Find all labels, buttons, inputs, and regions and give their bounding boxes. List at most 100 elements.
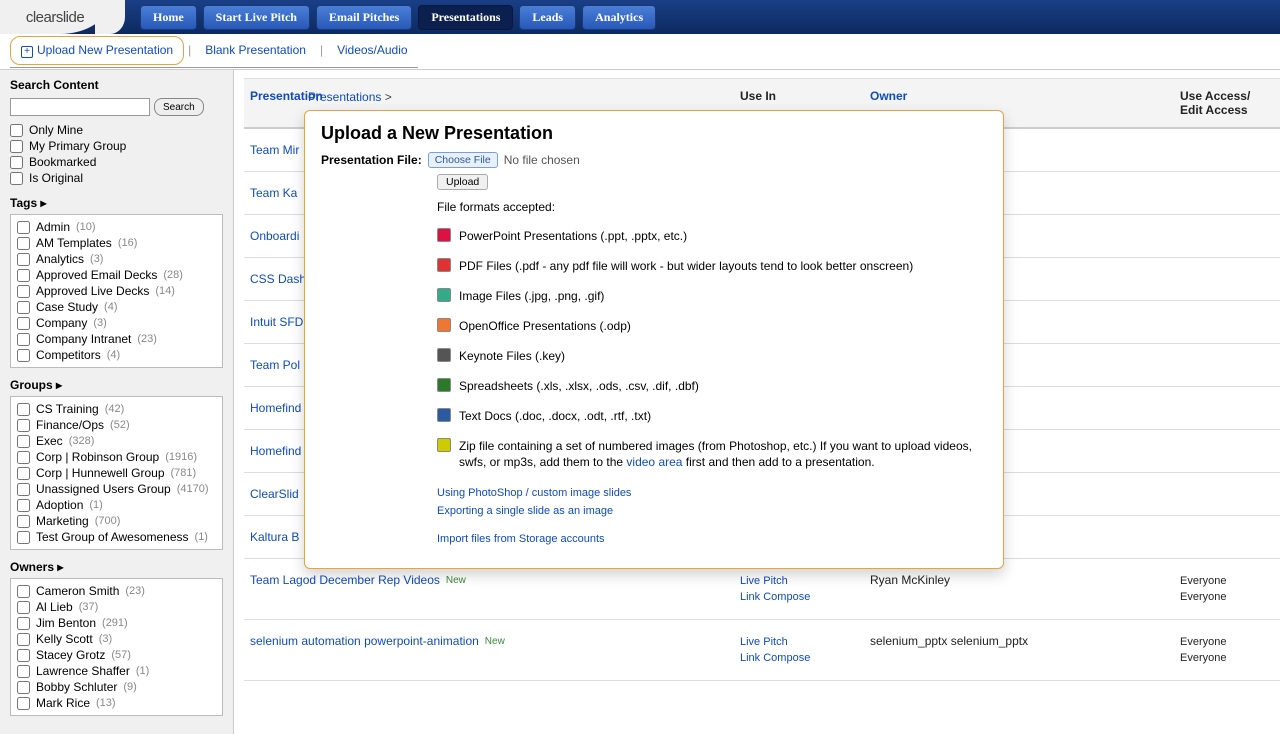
checkbox[interactable] xyxy=(17,633,30,646)
checkbox[interactable] xyxy=(17,601,30,614)
checkbox[interactable] xyxy=(10,124,23,137)
formats-accepted-label: File formats accepted: xyxy=(437,200,987,214)
format-item: Keynote Files (.key) xyxy=(437,348,987,364)
checkbox[interactable] xyxy=(17,221,30,234)
fi-ppt-icon xyxy=(437,228,451,242)
checkbox[interactable] xyxy=(17,467,30,480)
checkbox[interactable] xyxy=(17,333,30,346)
groups-item[interactable]: Corp | Robinson Group (1916) xyxy=(17,449,216,465)
nav-email-pitches[interactable]: Email Pitches xyxy=(316,5,412,30)
help-link[interactable]: Import files from Storage accounts xyxy=(437,530,987,548)
owners-item[interactable]: Jim Benton (291) xyxy=(17,615,216,631)
groups-item[interactable]: Exec (328) xyxy=(17,433,216,449)
presentation-link[interactable]: Team Lagod December Rep VideosNew xyxy=(250,573,740,587)
nav-leads[interactable]: Leads xyxy=(519,5,576,30)
fi-doc-icon xyxy=(437,408,451,422)
logo[interactable]: clearslide xyxy=(0,0,110,34)
tags-item[interactable]: Competitors (4) xyxy=(17,347,216,363)
groups-item[interactable]: Adoption (1) xyxy=(17,497,216,513)
checkbox[interactable] xyxy=(17,515,30,528)
checkbox[interactable] xyxy=(10,172,23,185)
checkbox[interactable] xyxy=(17,483,30,496)
checkbox[interactable] xyxy=(17,697,30,710)
checkbox[interactable] xyxy=(17,317,30,330)
tags-item[interactable]: Approved Email Decks (28) xyxy=(17,267,216,283)
blank-presentation-link[interactable]: Blank Presentation xyxy=(195,37,316,63)
checkbox[interactable] xyxy=(17,665,30,678)
access-text: Everyone Everyone xyxy=(1180,573,1274,605)
help-link[interactable]: Exporting a single slide as an image xyxy=(437,502,987,520)
top-header: clearslide HomeStart Live PitchEmail Pit… xyxy=(0,0,1280,34)
videos-audio-link[interactable]: Videos/Audio xyxy=(327,37,418,63)
filters-item[interactable]: My Primary Group xyxy=(10,138,223,154)
checkbox[interactable] xyxy=(17,403,30,416)
filters-item[interactable]: Is Original xyxy=(10,170,223,186)
checkbox[interactable] xyxy=(10,156,23,169)
owners-item[interactable]: Cameron Smith (23) xyxy=(17,583,216,599)
groups-item[interactable]: Test Group of Awesomeness (1) xyxy=(17,529,216,545)
nav-home[interactable]: Home xyxy=(140,5,197,30)
help-link[interactable]: Using PhotoShop / custom image slides xyxy=(437,484,987,502)
tags-item[interactable]: Approved Live Decks (14) xyxy=(17,283,216,299)
groups-section-title[interactable]: Groups ▸ xyxy=(10,378,223,392)
nav-analytics[interactable]: Analytics xyxy=(582,5,656,30)
checkbox[interactable] xyxy=(17,285,30,298)
nav-start-live-pitch[interactable]: Start Live Pitch xyxy=(203,5,310,30)
checkbox[interactable] xyxy=(17,585,30,598)
owners-item[interactable]: Lawrence Shaffer (1) xyxy=(17,663,216,679)
access-text: Everyone Everyone xyxy=(1180,634,1274,666)
checkbox[interactable] xyxy=(17,499,30,512)
tags-item[interactable]: Company Intranet (23) xyxy=(17,331,216,347)
upload-new-presentation-link[interactable]: +Upload New Presentation xyxy=(10,36,184,65)
search-input[interactable] xyxy=(10,98,150,116)
groups-item[interactable]: Marketing (700) xyxy=(17,513,216,529)
breadcrumb-presentations[interactable]: Presentations xyxy=(308,90,381,104)
upload-modal-overlay: Presentations > Upload a New Presentatio… xyxy=(304,90,1004,569)
nav-presentations[interactable]: Presentations xyxy=(418,5,513,30)
checkbox[interactable] xyxy=(17,681,30,694)
tags-item[interactable]: Case Study (4) xyxy=(17,299,216,315)
owners-item[interactable]: Kelly Scott (3) xyxy=(17,631,216,647)
checkbox[interactable] xyxy=(17,435,30,448)
checkbox[interactable] xyxy=(17,237,30,250)
owners-item[interactable]: Bobby Schluter (9) xyxy=(17,679,216,695)
filters-item[interactable]: Bookmarked xyxy=(10,154,223,170)
filters-item[interactable]: Only Mine xyxy=(10,122,223,138)
checkbox[interactable] xyxy=(10,140,23,153)
tags-item[interactable]: Admin (10) xyxy=(17,219,216,235)
checkbox[interactable] xyxy=(17,617,30,630)
upload-button[interactable]: Upload xyxy=(437,174,488,190)
checkbox[interactable] xyxy=(17,301,30,314)
search-button[interactable]: Search xyxy=(154,98,204,116)
use-in-links[interactable]: Live Pitch Link Compose xyxy=(740,634,870,666)
fi-xls-icon xyxy=(437,378,451,392)
checkbox[interactable] xyxy=(17,253,30,266)
use-in-links[interactable]: Live Pitch Link Compose xyxy=(740,573,870,605)
checkbox[interactable] xyxy=(17,349,30,362)
groups-item[interactable]: CS Training (42) xyxy=(17,401,216,417)
owners-section-title[interactable]: Owners ▸ xyxy=(10,560,223,574)
owners-item[interactable]: Mark Rice (13) xyxy=(17,695,216,711)
video-area-link[interactable]: video area xyxy=(626,455,682,469)
checkbox[interactable] xyxy=(17,531,30,544)
tags-item[interactable]: Analytics (3) xyxy=(17,251,216,267)
checkbox[interactable] xyxy=(17,269,30,282)
col-access: Use Access/ Edit Access xyxy=(1180,89,1274,117)
fi-img-icon xyxy=(437,288,451,302)
checkbox[interactable] xyxy=(17,419,30,432)
groups-item[interactable]: Corp | Hunnewell Group (781) xyxy=(17,465,216,481)
groups-item[interactable]: Finance/Ops (52) xyxy=(17,417,216,433)
owners-item[interactable]: Stacey Grotz (57) xyxy=(17,647,216,663)
tags-section-title[interactable]: Tags ▸ xyxy=(10,196,223,210)
new-badge: New xyxy=(485,636,505,647)
upload-modal: Upload a New Presentation Presentation F… xyxy=(304,110,1004,569)
checkbox[interactable] xyxy=(17,649,30,662)
owners-item[interactable]: Al Lieb (37) xyxy=(17,599,216,615)
groups-item[interactable]: Unassigned Users Group (4170) xyxy=(17,481,216,497)
checkbox[interactable] xyxy=(17,451,30,464)
choose-file-button[interactable]: Choose File xyxy=(428,152,498,168)
presentation-link[interactable]: selenium automation powerpoint-animation… xyxy=(250,634,740,648)
tags-item[interactable]: Company (3) xyxy=(17,315,216,331)
tags-item[interactable]: AM Templates (16) xyxy=(17,235,216,251)
zip-text: Zip file containing a set of numbered im… xyxy=(459,438,987,470)
